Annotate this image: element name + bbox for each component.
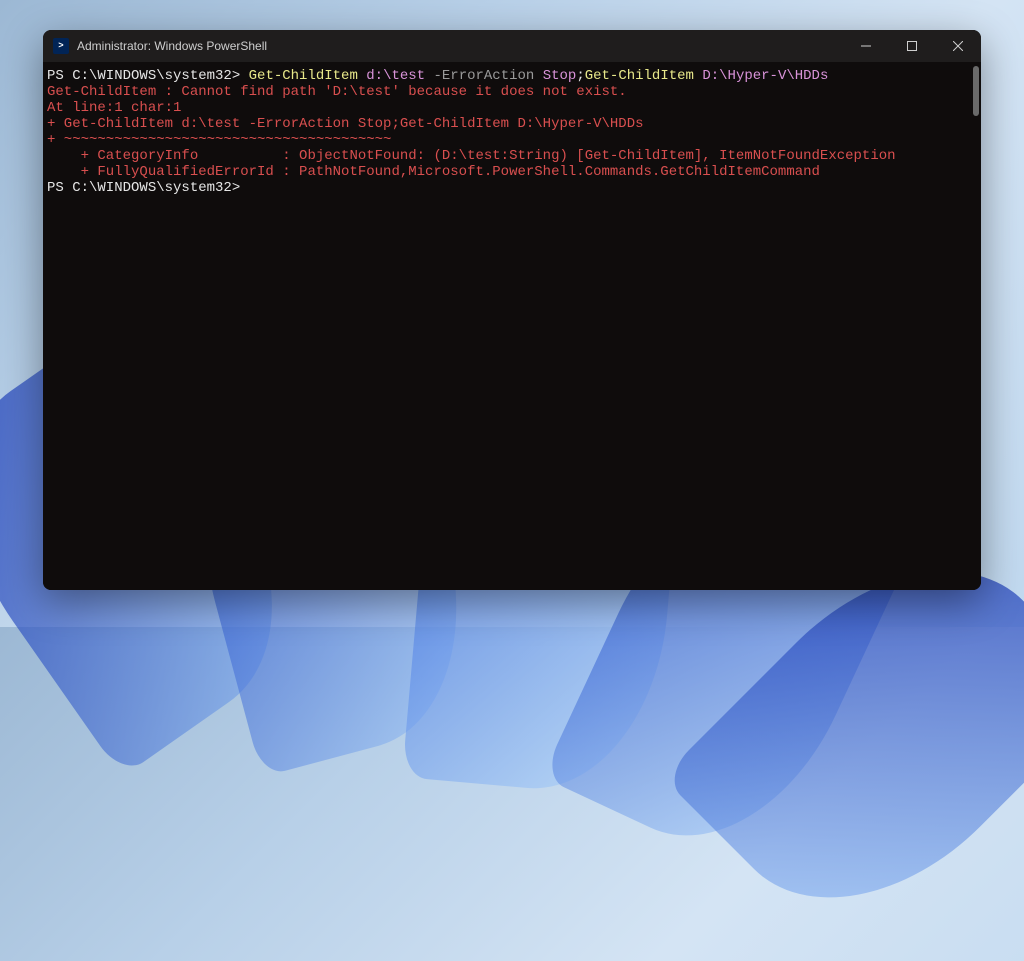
- cmdlet: Get-ChildItem: [585, 68, 703, 84]
- error-line: + CategoryInfo : ObjectNotFound: (D:\tes…: [47, 148, 973, 164]
- terminal-output[interactable]: PS C:\WINDOWS\system32> Get-ChildItem d:…: [43, 62, 981, 590]
- close-button[interactable]: [935, 30, 981, 62]
- prompt: PS C:\WINDOWS\system32>: [47, 68, 249, 84]
- error-line: + FullyQualifiedErrorId : PathNotFound,M…: [47, 164, 973, 180]
- close-icon: [953, 41, 963, 51]
- cmd-arg: D:\Hyper-V\HDDs: [702, 68, 828, 84]
- titlebar[interactable]: Administrator: Windows PowerShell: [43, 30, 981, 62]
- scrollbar-thumb[interactable]: [973, 66, 979, 116]
- minimize-icon: [861, 41, 871, 51]
- error-line: Get-ChildItem : Cannot find path 'D:\tes…: [47, 84, 973, 100]
- cmd-sep: ;: [576, 68, 584, 84]
- powershell-icon: [53, 38, 69, 54]
- error-line: At line:1 char:1: [47, 100, 973, 116]
- prompt-line: PS C:\WINDOWS\system32>: [47, 180, 973, 196]
- window-controls: [843, 30, 981, 62]
- powershell-window: Administrator: Windows PowerShell PS C:\…: [43, 30, 981, 590]
- minimize-button[interactable]: [843, 30, 889, 62]
- window-title: Administrator: Windows PowerShell: [77, 39, 267, 53]
- maximize-button[interactable]: [889, 30, 935, 62]
- cmd-param: -ErrorAction: [433, 68, 542, 84]
- maximize-icon: [907, 41, 917, 51]
- cmd-arg: d:\test: [366, 68, 433, 84]
- error-line: + ~~~~~~~~~~~~~~~~~~~~~~~~~~~~~~~~~~~~~~…: [47, 132, 973, 148]
- command-line-1: PS C:\WINDOWS\system32> Get-ChildItem d:…: [47, 68, 973, 84]
- cmd-value: Stop: [543, 68, 577, 84]
- cmdlet: Get-ChildItem: [249, 68, 367, 84]
- error-line: + Get-ChildItem d:\test -ErrorAction Sto…: [47, 116, 973, 132]
